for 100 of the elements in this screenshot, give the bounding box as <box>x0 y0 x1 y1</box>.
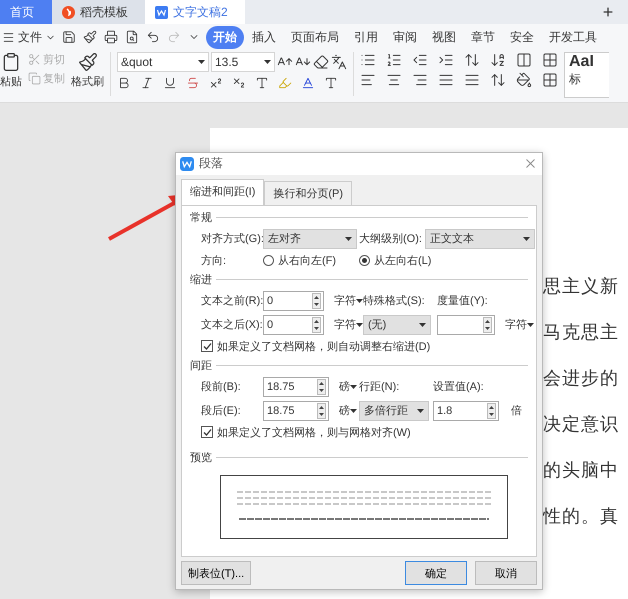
ribbon-tab[interactable]: 视图 <box>425 26 463 48</box>
number-field[interactable] <box>437 314 495 335</box>
unit-dropdown[interactable]: 磅 <box>339 403 357 418</box>
ribbon-tab[interactable]: 引用 <box>347 26 385 48</box>
auto-adjust-checkbox[interactable]: 如果定义了文档网格，则自动调整右缩进(D) <box>190 338 528 354</box>
menu-icon[interactable] <box>2 30 15 44</box>
document-tab[interactable]: 首页 <box>0 0 52 24</box>
ribbon-tab[interactable]: 开始 <box>206 26 244 48</box>
ribbon-tab[interactable]: 安全 <box>503 26 541 48</box>
number-field[interactable]: 18.75 <box>263 376 329 397</box>
checkbox[interactable] <box>201 426 213 438</box>
ribbon-tab[interactable]: 章节 <box>464 26 502 48</box>
alignment-dropdown[interactable]: 左对齐 <box>263 228 357 249</box>
dialog-title: 段落 <box>199 155 223 172</box>
caret-icon <box>527 322 534 327</box>
direction-radio[interactable]: 从右向左(F) <box>263 252 359 268</box>
align-center-icon[interactable] <box>386 72 402 88</box>
columns-icon[interactable] <box>516 52 532 68</box>
ribbon-tab[interactable]: 开发工具 <box>542 26 604 48</box>
snap-to-grid-checkbox[interactable]: 如果定义了文档网格，则与网格对齐(W) <box>190 424 528 440</box>
table-icon[interactable] <box>542 52 558 68</box>
outline-level-dropdown[interactable]: 正文文本 <box>425 228 535 249</box>
subscript-icon[interactable] <box>232 76 246 90</box>
eraser-icon[interactable] <box>313 54 329 70</box>
number-field[interactable]: 0 <box>263 290 324 311</box>
text-direction-icon[interactable] <box>464 52 480 68</box>
paste-button[interactable]: 粘贴 <box>0 52 22 89</box>
sort-icon[interactable] <box>490 52 506 68</box>
radio-button[interactable] <box>263 254 274 266</box>
character-shading-icon[interactable] <box>324 76 338 90</box>
font-dropdown[interactable]: &quot <box>117 52 209 72</box>
number-field[interactable]: 0 <box>263 314 324 335</box>
field-label: 方向: <box>201 254 228 268</box>
document-tab[interactable]: 稻壳模板 <box>52 0 145 24</box>
dialog-tab[interactable]: 缩进和间距(I) <box>181 178 264 205</box>
ribbon-tab[interactable]: 页面布局 <box>284 26 346 48</box>
numbered-list-icon[interactable] <box>386 52 402 68</box>
spinner-arrows-icon[interactable] <box>483 316 492 333</box>
undo-icon[interactable] <box>146 30 160 44</box>
borders-icon[interactable] <box>542 72 558 88</box>
dialog-tab[interactable]: 换行和分页(P) <box>264 180 352 205</box>
radio-button[interactable] <box>359 254 370 266</box>
new-tab-button[interactable]: + <box>588 0 628 24</box>
caret-icon <box>350 384 357 389</box>
text-effect-icon[interactable] <box>255 76 269 90</box>
line-spacing-dropdown[interactable]: 多倍行距 <box>359 400 429 421</box>
spinner-arrows-icon[interactable] <box>317 402 326 419</box>
paintbrush-icon[interactable] <box>78 52 98 72</box>
check-icon <box>202 428 212 437</box>
line-spacing-icon[interactable] <box>490 72 506 88</box>
document-tab[interactable]: 文字文稿2 <box>145 0 245 24</box>
field-label: 对齐方式(G): <box>201 232 263 246</box>
caret-icon <box>417 408 424 413</box>
field-label: 文本之前(R): <box>201 294 263 308</box>
number-field[interactable]: 1.8 <box>433 400 499 421</box>
superscript-icon[interactable] <box>209 76 223 90</box>
spinner-arrows-icon[interactable] <box>312 292 321 309</box>
direction-radio[interactable]: 从左向右(L) <box>359 252 535 268</box>
special-format-dropdown[interactable]: (无) <box>363 314 431 335</box>
cancel-button[interactable]: 取消 <box>475 561 537 585</box>
unit-dropdown[interactable]: 字符 <box>334 293 363 308</box>
indent-icon[interactable] <box>438 52 454 68</box>
spinner-arrows-icon[interactable] <box>317 378 326 395</box>
ok-button[interactable]: 确定 <box>405 561 467 585</box>
align-right-icon[interactable] <box>412 72 428 88</box>
unit-dropdown[interactable]: 字符 <box>334 317 363 332</box>
save-icon[interactable] <box>62 30 76 44</box>
distribute-icon[interactable] <box>464 72 480 88</box>
number-field[interactable]: 18.75 <box>263 400 329 421</box>
font-size-dropdown[interactable]: 13.5 <box>211 52 275 72</box>
phonetic-icon[interactable] <box>331 54 347 70</box>
font-color-icon[interactable] <box>301 76 315 90</box>
spinner-arrows-icon[interactable] <box>487 402 496 419</box>
print-preview-icon[interactable] <box>125 30 139 44</box>
ribbon-tab[interactable]: 插入 <box>245 26 283 48</box>
file-menu[interactable]: 文件 <box>2 28 56 46</box>
caret-icon <box>345 236 352 241</box>
brush-icon[interactable] <box>83 30 97 44</box>
format-painter-button[interactable]: 格式刷 <box>71 52 104 89</box>
clipboard-icon[interactable] <box>1 52 21 72</box>
shading-icon[interactable] <box>516 72 532 88</box>
strikethrough-icon[interactable] <box>186 76 200 90</box>
unit-dropdown[interactable]: 字符 <box>505 317 534 332</box>
ribbon-tab[interactable]: 审阅 <box>386 26 424 48</box>
unit-dropdown[interactable]: 磅 <box>339 379 357 394</box>
italic-icon[interactable] <box>140 76 154 90</box>
style-preview[interactable]: AaI 标 <box>564 52 609 98</box>
flame-logo-icon <box>62 6 75 18</box>
underline-icon[interactable] <box>163 76 177 90</box>
print-icon[interactable] <box>104 30 118 44</box>
checkbox[interactable] <box>201 340 213 352</box>
tab-stops-button[interactable]: 制表位(T)... <box>181 561 252 585</box>
justify-icon[interactable] <box>438 72 454 88</box>
outdent-icon[interactable] <box>412 52 428 68</box>
align-left-icon[interactable] <box>360 72 376 88</box>
spinner-arrows-icon[interactable] <box>312 316 321 333</box>
unit-label: 倍 <box>511 404 522 418</box>
bold-icon[interactable] <box>117 76 131 90</box>
field-label: 段后(E): <box>201 404 242 418</box>
field-label: 段前(B): <box>201 380 242 394</box>
